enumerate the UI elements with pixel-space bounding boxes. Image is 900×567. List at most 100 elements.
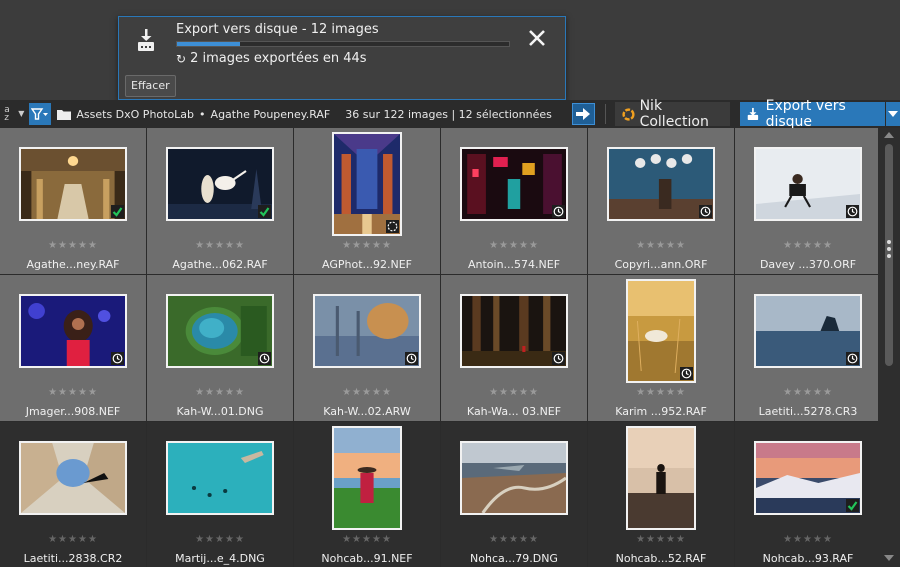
clear-button[interactable]: Effacer bbox=[125, 75, 176, 97]
thumbnail-cell[interactable]: ★★★★★ Nohcab...93.RAF bbox=[735, 422, 881, 567]
thumbnail-image[interactable] bbox=[626, 279, 696, 383]
star-rating[interactable]: ★★★★★ bbox=[441, 240, 587, 251]
thumbnail-image[interactable] bbox=[166, 147, 274, 221]
thumbnail-cell[interactable]: ★★★★★ Copyri...ann.ORF bbox=[588, 128, 734, 274]
star-rating[interactable]: ★★★★★ bbox=[0, 240, 146, 251]
photo-preview bbox=[168, 443, 272, 513]
thumbnail-cell[interactable]: ★★★★★ Kah-Wa... 03.NEF bbox=[441, 275, 587, 421]
thumbnail-image[interactable] bbox=[19, 147, 127, 221]
thumbnail-image[interactable] bbox=[626, 426, 696, 530]
thumbnail-cell[interactable]: ★★★★★ Laetiti...2838.CR2 bbox=[0, 422, 146, 567]
photo-preview bbox=[628, 281, 694, 381]
thumbnail-filename: Agathe...ney.RAF bbox=[26, 258, 120, 271]
breadcrumb-folder[interactable]: Assets DxO PhotoLab bbox=[76, 108, 194, 121]
thumbnail-filename: Laetiti...2838.CR2 bbox=[23, 552, 123, 565]
thumbnail-filename: Nohcab...91.NEF bbox=[321, 552, 413, 565]
thumbnail-cell[interactable]: ★★★★★ Jmager...908.NEF bbox=[0, 275, 146, 421]
thumbnail-filename: AGPhot...92.NEF bbox=[322, 258, 412, 271]
thumbnail-cell[interactable]: ★★★★★ Agathe...062.RAF bbox=[147, 128, 293, 274]
star-rating[interactable]: ★★★★★ bbox=[0, 387, 146, 398]
export-options-button[interactable] bbox=[886, 102, 900, 126]
thumbnail-cell[interactable]: ★★★★★ Karim ...952.RAF bbox=[588, 275, 734, 421]
thumbnail-filename: Kah-Wa... 03.NEF bbox=[466, 405, 562, 418]
thumbnail-image[interactable] bbox=[754, 294, 862, 368]
star-rating[interactable]: ★★★★★ bbox=[294, 387, 440, 398]
sort-label: a z bbox=[4, 105, 10, 123]
star-rating[interactable]: ★★★★★ bbox=[588, 534, 734, 545]
star-rating[interactable]: ★★★★★ bbox=[147, 240, 293, 251]
scroll-down-icon[interactable] bbox=[884, 555, 894, 561]
photo-preview bbox=[756, 443, 860, 513]
sort-icon[interactable]: a z ▼ bbox=[0, 100, 29, 128]
photo-preview bbox=[168, 149, 272, 219]
thumbnail-cell[interactable]: ★★★★★ Agathe...ney.RAF bbox=[0, 128, 146, 274]
star-rating[interactable]: ★★★★★ bbox=[147, 534, 293, 545]
star-rating[interactable]: ★★★★★ bbox=[294, 534, 440, 545]
thumbnail-image[interactable] bbox=[460, 441, 568, 515]
thumbnail-cell[interactable]: ★★★★★ Laetiti...5278.CR3 bbox=[735, 275, 881, 421]
scrollbar[interactable] bbox=[878, 128, 900, 567]
star-rating[interactable]: ★★★★★ bbox=[294, 240, 440, 251]
export-icon bbox=[747, 107, 758, 121]
arrow-right-button[interactable] bbox=[571, 103, 595, 125]
nik-collection-button[interactable]: Nik Collection bbox=[614, 98, 730, 130]
thumbnail-image[interactable] bbox=[166, 441, 274, 515]
thumbnail-cell[interactable]: ★★★★★ Nohcab...52.RAF bbox=[588, 422, 734, 567]
thumbnail-cell[interactable]: ★★★★★ Davey ...370.ORF bbox=[735, 128, 881, 274]
breadcrumb-file[interactable]: Agathe Poupeney.RAF bbox=[211, 108, 331, 121]
thumbnail-cell[interactable]: ★★★★★ Nohcab...91.NEF bbox=[294, 422, 440, 567]
status-badge bbox=[258, 352, 271, 365]
status-badge bbox=[111, 205, 124, 218]
thumbnail-image[interactable] bbox=[607, 147, 715, 221]
exported-check-icon bbox=[259, 207, 270, 217]
thumbnail-cell[interactable]: ★★★★★ Martij...e_4.DNG bbox=[147, 422, 293, 567]
star-rating[interactable]: ★★★★★ bbox=[735, 240, 881, 251]
export-progress-popup: Export vers disque - 12 images ↻ 2 image… bbox=[118, 16, 566, 100]
export-to-disk-button[interactable]: Export vers disque bbox=[739, 98, 886, 130]
status-badge bbox=[846, 205, 859, 218]
star-rating[interactable]: ★★★★★ bbox=[441, 534, 587, 545]
thumbnail-image[interactable] bbox=[754, 147, 862, 221]
thumbnail-filename: Martij...e_4.DNG bbox=[175, 552, 265, 565]
thumbnail-filename: Antoin...574.NEF bbox=[467, 258, 561, 271]
thumbnail-cell[interactable]: ★★★★★ AGPhot...92.NEF bbox=[294, 128, 440, 274]
star-rating[interactable]: ★★★★★ bbox=[441, 387, 587, 398]
filter-button[interactable] bbox=[28, 103, 52, 125]
clock-icon bbox=[681, 368, 692, 379]
clock-icon bbox=[847, 206, 858, 217]
thumbnail-image[interactable] bbox=[19, 294, 127, 368]
thumbnail-image[interactable] bbox=[166, 294, 274, 368]
thumbnail-cell[interactable]: ★★★★★ Kah-W...01.DNG bbox=[147, 275, 293, 421]
photo-preview bbox=[462, 443, 566, 513]
folder-icon bbox=[57, 109, 72, 120]
thumbnail-cell[interactable]: ★★★★★ Antoin...574.NEF bbox=[441, 128, 587, 274]
clock-icon bbox=[847, 353, 858, 364]
more-options-icon[interactable] bbox=[887, 240, 891, 261]
exported-check-icon bbox=[112, 207, 123, 217]
export-progress-fill bbox=[177, 42, 241, 46]
star-rating[interactable]: ★★★★★ bbox=[588, 387, 734, 398]
star-rating[interactable]: ★★★★★ bbox=[588, 240, 734, 251]
thumbnail-cell[interactable]: ★★★★★ Nohca...79.DNG bbox=[441, 422, 587, 567]
thumbnail-cell[interactable]: ★★★★★ Kah-W...02.ARW bbox=[294, 275, 440, 421]
scroll-up-icon[interactable] bbox=[884, 132, 894, 138]
clock-icon bbox=[259, 353, 270, 364]
star-rating[interactable]: ★★★★★ bbox=[735, 387, 881, 398]
thumbnail-image[interactable] bbox=[313, 294, 421, 368]
thumbnail-image[interactable] bbox=[460, 294, 568, 368]
close-icon[interactable] bbox=[526, 27, 548, 49]
photo-preview bbox=[628, 428, 694, 528]
processing-icon bbox=[387, 221, 398, 232]
exported-check-icon bbox=[847, 501, 858, 511]
photo-preview bbox=[168, 296, 272, 366]
thumbnail-image[interactable] bbox=[332, 426, 402, 530]
star-rating[interactable]: ★★★★★ bbox=[0, 534, 146, 545]
thumbnail-filename: Karim ...952.RAF bbox=[615, 405, 707, 418]
star-rating[interactable]: ★★★★★ bbox=[147, 387, 293, 398]
thumbnail-image[interactable] bbox=[19, 441, 127, 515]
thumbnail-image[interactable] bbox=[332, 132, 402, 236]
star-rating[interactable]: ★★★★★ bbox=[735, 534, 881, 545]
thumbnail-image[interactable] bbox=[460, 147, 568, 221]
photo-preview bbox=[462, 296, 566, 366]
thumbnail-image[interactable] bbox=[754, 441, 862, 515]
